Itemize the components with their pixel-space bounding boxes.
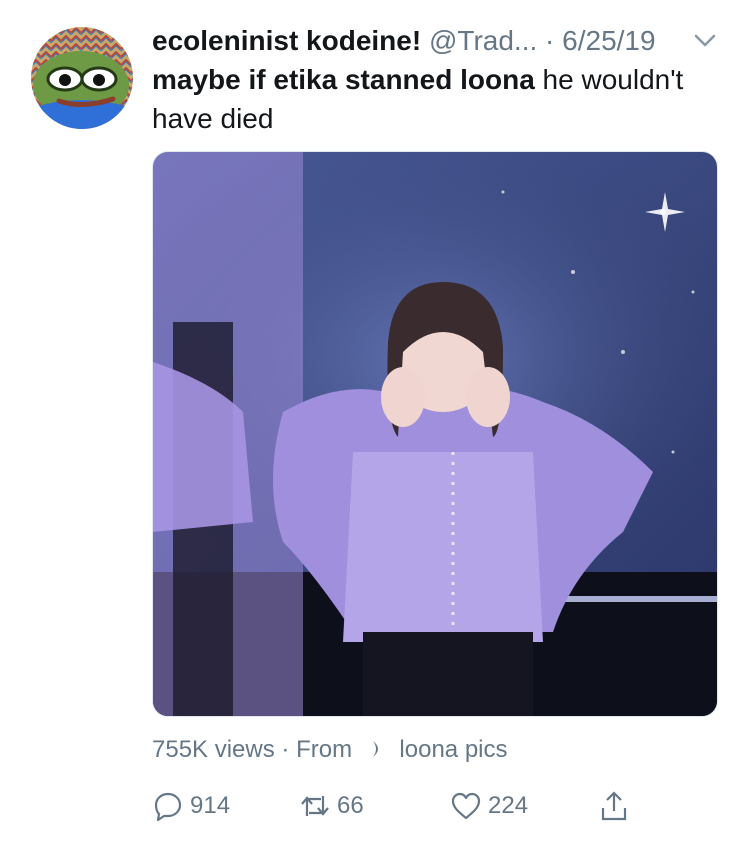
from-label: From xyxy=(296,736,353,763)
tweet-actions: 914 66 224 xyxy=(152,788,732,824)
header-separator: · xyxy=(545,25,555,56)
source-link[interactable]: loona pics xyxy=(399,736,507,763)
tweet-text-bold: maybe if etika stanned loona xyxy=(152,64,535,95)
reply-count: 914 xyxy=(190,792,231,819)
retweet-icon xyxy=(301,796,329,816)
like-count: 224 xyxy=(488,792,529,819)
retweet-button[interactable]: 66 xyxy=(299,788,364,824)
chevron-down-icon[interactable] xyxy=(690,28,720,52)
share-button[interactable] xyxy=(598,788,630,824)
share-icon xyxy=(601,791,627,821)
retweet-count: 66 xyxy=(337,792,364,819)
reply-icon xyxy=(154,792,182,822)
view-count: 755K views xyxy=(152,736,275,763)
video-meta: 755K views · From loona pics xyxy=(152,734,508,766)
video-frame-image xyxy=(153,152,717,716)
tweet-header: ecoleninist kodeine! @Trad... · 6/25/19 xyxy=(152,22,742,60)
pepe-avatar-image xyxy=(31,27,133,129)
author-avatar[interactable] xyxy=(31,27,133,129)
tweet-text: maybe if etika stanned loona he wouldn't… xyxy=(152,60,732,138)
author-handle[interactable]: @Trad... xyxy=(429,25,537,56)
meta-separator: · xyxy=(281,736,290,763)
author-name[interactable]: ecoleninist kodeine! xyxy=(152,25,421,56)
loona-logo-icon xyxy=(372,741,378,757)
tweet-video[interactable] xyxy=(152,151,718,717)
like-button[interactable]: 224 xyxy=(450,788,528,824)
reply-button[interactable]: 914 xyxy=(152,788,230,824)
heart-icon xyxy=(451,792,481,820)
tweet-date[interactable]: 6/25/19 xyxy=(562,25,655,56)
